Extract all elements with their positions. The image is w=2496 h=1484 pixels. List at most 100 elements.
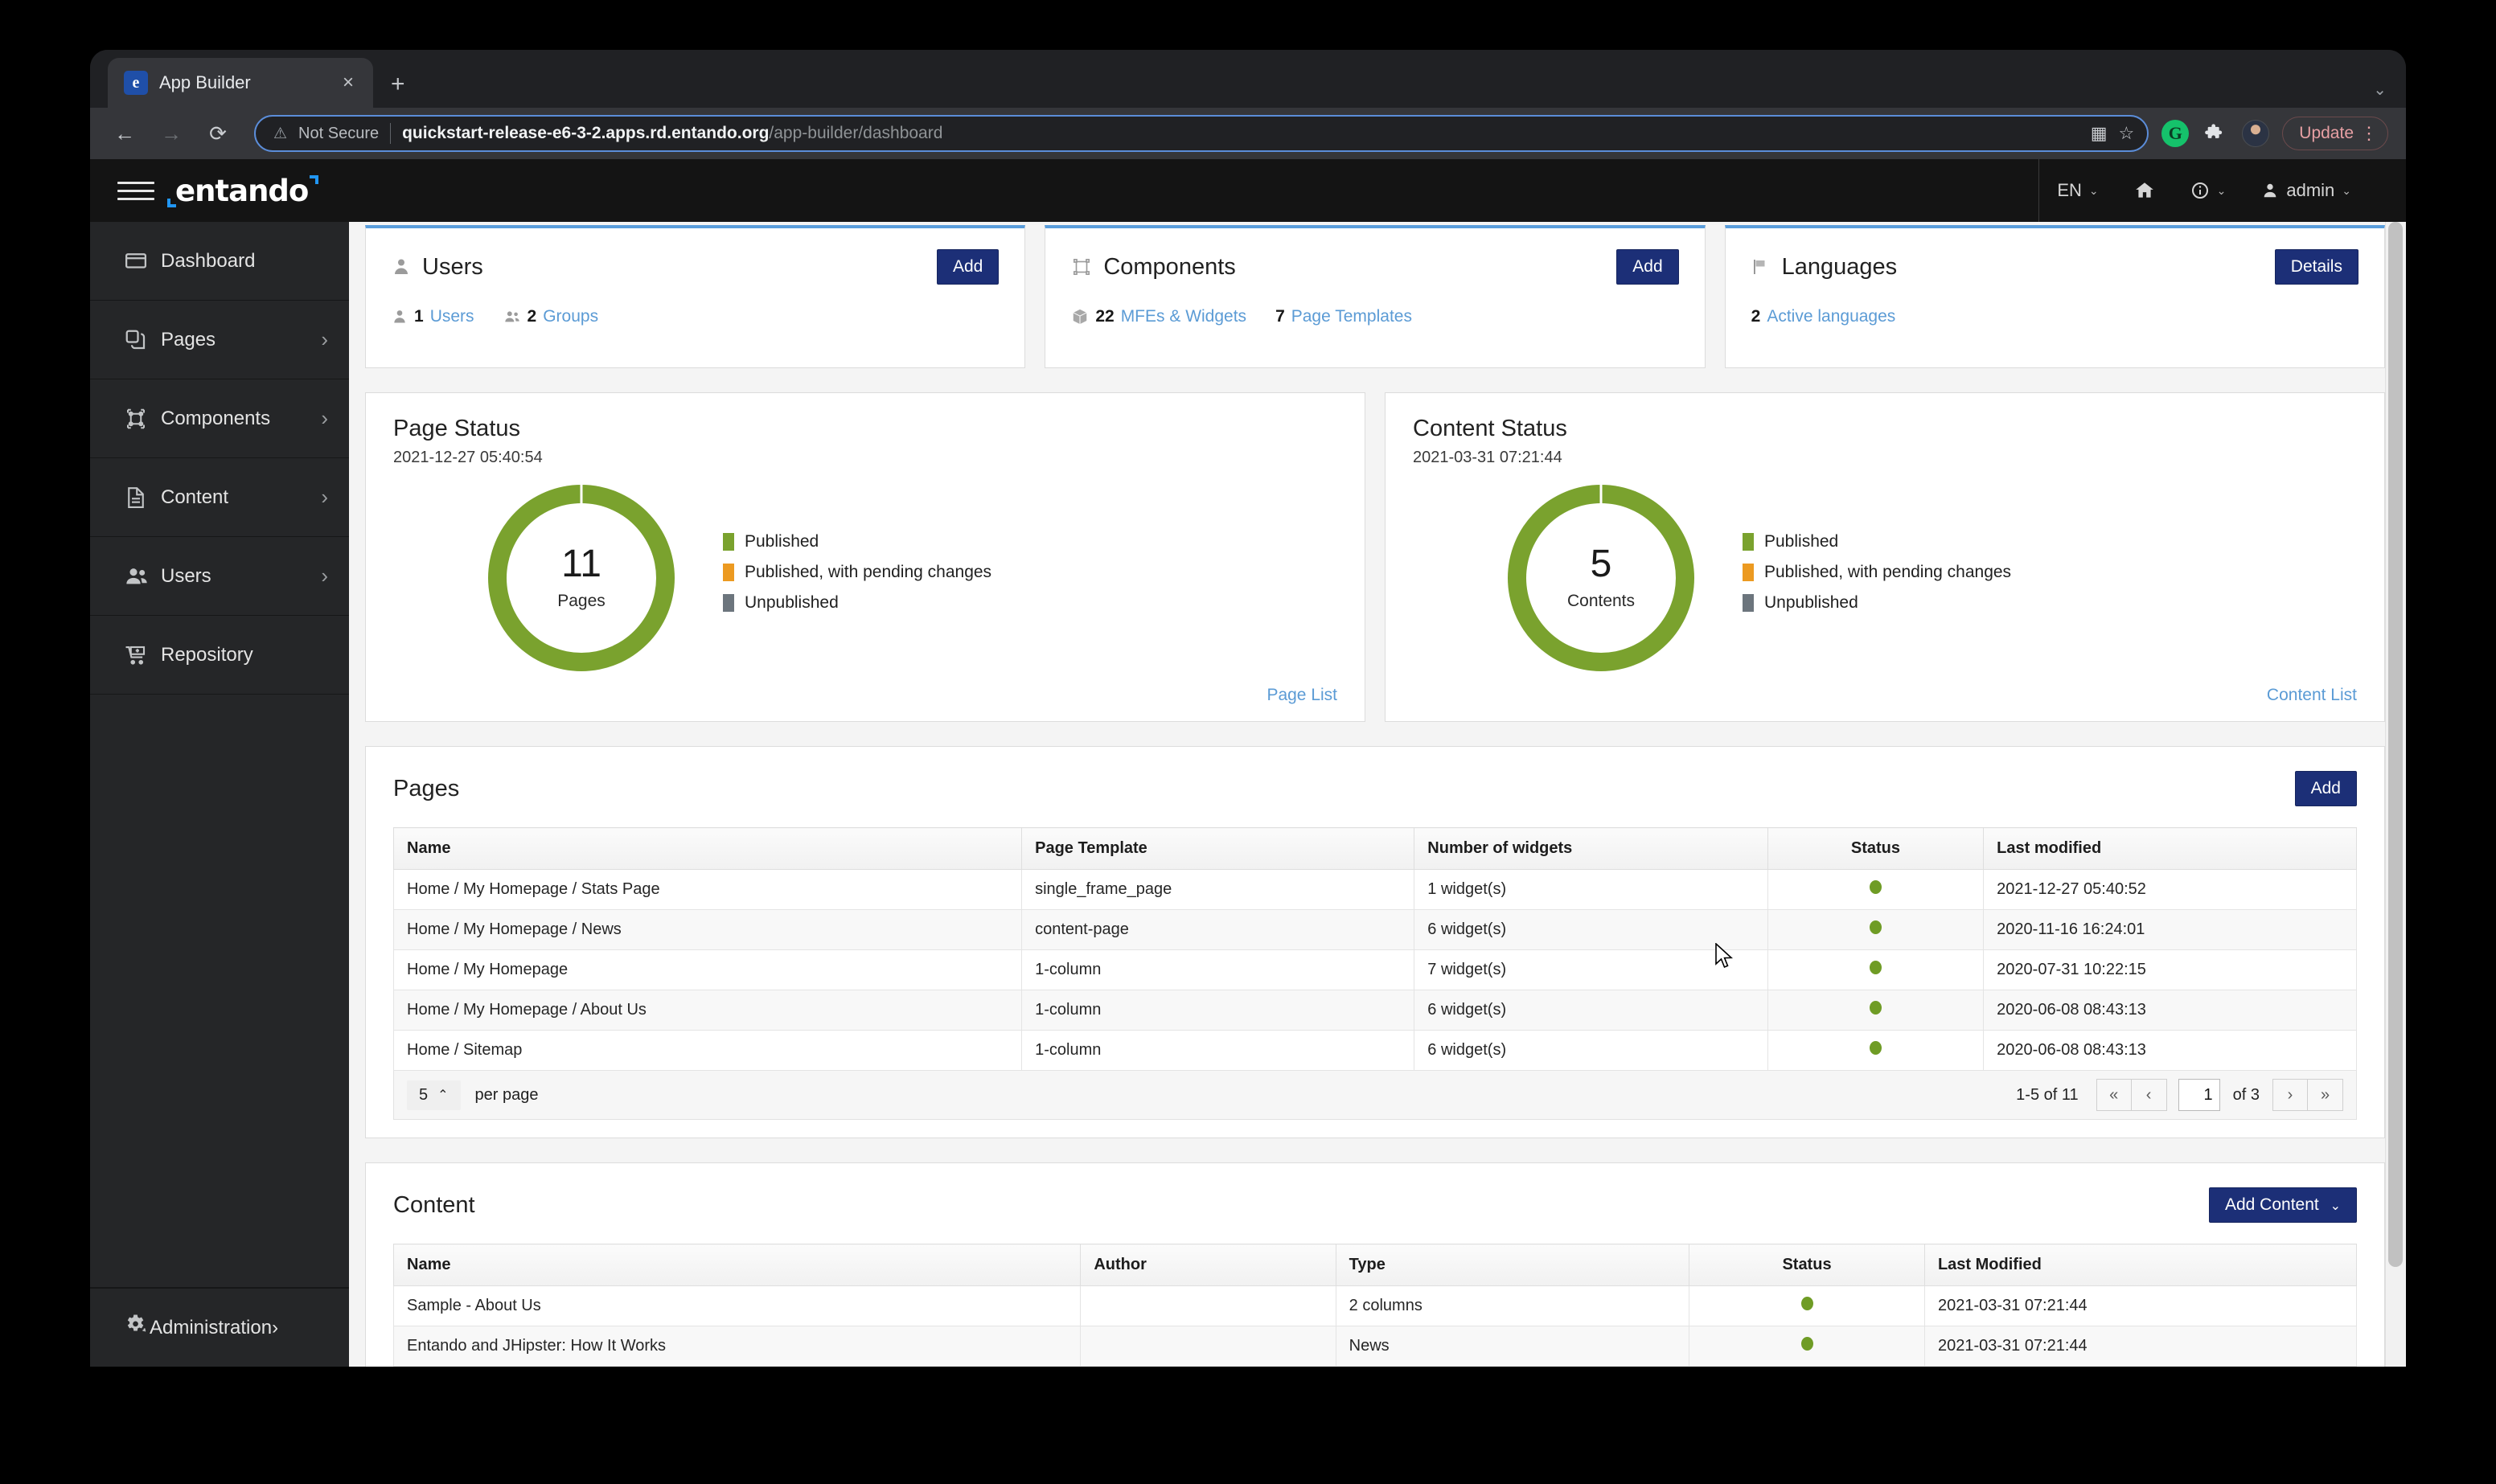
language-selector[interactable]: EN ⌄ xyxy=(2038,159,2116,222)
mfes-link-label[interactable]: MFEs & Widgets xyxy=(1121,307,1246,326)
page-status-card: Page Status 2021-12-27 05:40:54 11 Pages xyxy=(365,392,1365,722)
chart-legend: Published Published, with pending change… xyxy=(1743,532,2011,624)
content-table-card: Content Add Content ⌄ Name Author Type S… xyxy=(365,1162,2385,1367)
table-row[interactable]: Sample - About Us 2 columns 2021-03-31 0… xyxy=(392,1285,2358,1326)
languages-summary-card: Languages Details 2 Active languages xyxy=(1724,225,2385,368)
groups-link-label[interactable]: Groups xyxy=(543,307,598,326)
tab-strip: e App Builder × + ⌄ xyxy=(90,50,2406,108)
language-details-button[interactable]: Details xyxy=(2274,249,2358,285)
sidebar-item-users[interactable]: Users › xyxy=(90,537,349,616)
groups-count-link[interactable]: 2 Groups xyxy=(503,307,598,326)
pages-pagination: 5 ⌃ per page 1-5 of 11 « ‹ of 3 › » xyxy=(393,1071,2357,1120)
cell-name: Home / My Homepage / About Us xyxy=(392,990,1023,1031)
extensions-puzzle-icon[interactable] xyxy=(2202,120,2229,147)
hamburger-menu-icon[interactable] xyxy=(117,181,154,200)
content-status-title: Content Status xyxy=(1413,416,1567,441)
close-icon[interactable]: × xyxy=(336,73,360,92)
table-row[interactable]: Home / Sitemap 1-column 6 widget(s) 2020… xyxy=(392,1030,2357,1071)
cell-name: Home / My Homepage xyxy=(392,949,1023,990)
pagination-range: 1-5 of 11 xyxy=(2016,1085,2079,1104)
legend-swatch-pending xyxy=(723,564,734,581)
table-row[interactable]: Home / My Homepage / About Us 1-column 6… xyxy=(392,990,2357,1031)
first-page-button[interactable]: « xyxy=(2096,1079,2132,1111)
chevron-down-icon[interactable]: ⌄ xyxy=(2373,80,2387,100)
info-menu[interactable]: ⌄ xyxy=(2173,159,2244,222)
sidebar-item-pages[interactable]: Pages › xyxy=(90,301,349,379)
logo-corner-bottom-left xyxy=(167,198,176,207)
address-bar[interactable]: ⚠ Not Secure quickstart-release-e6-3-2.a… xyxy=(254,115,2149,152)
forward-icon[interactable]: → xyxy=(154,117,188,150)
card-header: Languages Details xyxy=(1751,249,2358,285)
cell-name: Home / My Homepage / News xyxy=(392,909,1023,950)
users-link-label[interactable]: Users xyxy=(430,307,474,326)
active-languages-link[interactable]: 2 Active languages xyxy=(1751,307,1896,326)
profile-avatar[interactable] xyxy=(2242,120,2270,147)
users-count-link[interactable]: 1 Users xyxy=(392,307,474,326)
add-component-button[interactable]: Add xyxy=(1616,249,1679,285)
page-number-input[interactable] xyxy=(2178,1079,2220,1111)
mfes-widgets-link[interactable]: 22 MFEs & Widgets xyxy=(1071,307,1246,326)
chevron-down-icon: ⌄ xyxy=(2330,1199,2341,1213)
column-header-status[interactable]: Status xyxy=(1689,1244,1925,1286)
sidebar-item-dashboard[interactable]: Dashboard xyxy=(90,222,349,301)
column-header-modified[interactable]: Last Modified xyxy=(1923,1244,2358,1286)
sidebar-item-content[interactable]: Content › xyxy=(90,458,349,537)
page-list-link[interactable]: Page List xyxy=(1266,686,1337,705)
cell-template: content-page xyxy=(1021,909,1415,950)
table-row[interactable]: Entando and JHipster: How It Works News … xyxy=(392,1326,2358,1367)
sidebar-item-repository[interactable]: Repository xyxy=(90,616,349,695)
users-summary-card: Users Add 1 Users 2 Groups xyxy=(365,225,1026,368)
column-header-name[interactable]: Name xyxy=(392,827,1023,870)
next-page-button[interactable]: › xyxy=(2272,1079,2308,1111)
back-icon[interactable]: ← xyxy=(108,117,142,150)
page-templates-link[interactable]: 7 Page Templates xyxy=(1275,307,1412,326)
browser-tab[interactable]: e App Builder × xyxy=(108,58,373,108)
reload-icon[interactable]: ⟳ xyxy=(201,117,235,150)
browser-toolbar: ← → ⟳ ⚠ Not Secure quickstart-release-e6… xyxy=(90,108,2406,159)
page-status-chart: 11 Pages Published Published, with pendi… xyxy=(393,484,1337,671)
last-page-button[interactable]: » xyxy=(2308,1079,2343,1111)
user-menu[interactable]: admin ⌄ xyxy=(2244,159,2369,222)
column-header-template[interactable]: Page Template xyxy=(1021,827,1415,870)
column-header-status[interactable]: Status xyxy=(1767,827,1985,870)
status-dot-published xyxy=(1869,880,1882,894)
table-row[interactable]: Home / My Homepage / News content-page 6… xyxy=(392,909,2357,950)
status-charts-row: Page Status 2021-12-27 05:40:54 11 Pages xyxy=(365,392,2385,722)
bookmark-star-icon[interactable]: ☆ xyxy=(2119,123,2135,144)
column-header-widgets[interactable]: Number of widgets xyxy=(1414,827,1768,870)
add-content-button[interactable]: Add Content ⌄ xyxy=(2208,1187,2357,1223)
templates-link-label[interactable]: Page Templates xyxy=(1291,307,1412,326)
grammarly-extension-icon[interactable]: G xyxy=(2161,120,2190,147)
cell-name: Home / My Homepage / Stats Page xyxy=(392,869,1023,910)
per-page-select[interactable]: 5 ⌃ xyxy=(407,1080,461,1110)
kebab-menu-icon[interactable]: ⋮ xyxy=(2360,125,2378,142)
page-status-title: Page Status xyxy=(393,416,520,441)
scrollbar-thumb[interactable] xyxy=(2388,222,2403,1267)
card-title-text: Users xyxy=(422,253,483,280)
column-header-author[interactable]: Author xyxy=(1080,1244,1336,1286)
table-row[interactable]: Home / My Homepage / Stats Page single_f… xyxy=(392,869,2357,910)
chevron-right-icon: › xyxy=(321,564,328,588)
legend-label: Unpublished xyxy=(745,593,839,612)
content-table: Name Author Type Status Last Modified Sa… xyxy=(392,1244,2358,1367)
url-text: quickstart-release-e6-3-2.apps.rd.entand… xyxy=(402,124,942,143)
column-header-modified[interactable]: Last modified xyxy=(1983,827,2357,870)
languages-link-label[interactable]: Active languages xyxy=(1767,307,1895,326)
pages-table-header: Pages Add xyxy=(393,771,2357,806)
add-page-button[interactable]: Add xyxy=(2294,771,2357,806)
content-list-link[interactable]: Content List xyxy=(2267,686,2357,705)
home-button[interactable] xyxy=(2116,159,2173,222)
table-row[interactable]: Home / My Homepage 1-column 7 widget(s) … xyxy=(392,949,2357,990)
url-path: /app-builder/dashboard xyxy=(769,124,943,142)
qr-code-icon[interactable]: ▦ xyxy=(2091,123,2108,144)
vertical-scrollbar[interactable] xyxy=(2385,222,2406,1367)
update-button[interactable]: Update ⋮ xyxy=(2282,117,2388,150)
chevron-down-icon: ⌄ xyxy=(2088,183,2099,197)
sidebar-item-administration[interactable]: Administration › xyxy=(90,1288,349,1367)
column-header-type[interactable]: Type xyxy=(1335,1244,1690,1286)
column-header-name[interactable]: Name xyxy=(392,1244,1082,1286)
previous-page-button[interactable]: ‹ xyxy=(2131,1079,2167,1111)
new-tab-icon[interactable]: + xyxy=(391,72,405,96)
add-user-button[interactable]: Add xyxy=(936,249,1000,285)
sidebar-item-components[interactable]: Components › xyxy=(90,379,349,458)
